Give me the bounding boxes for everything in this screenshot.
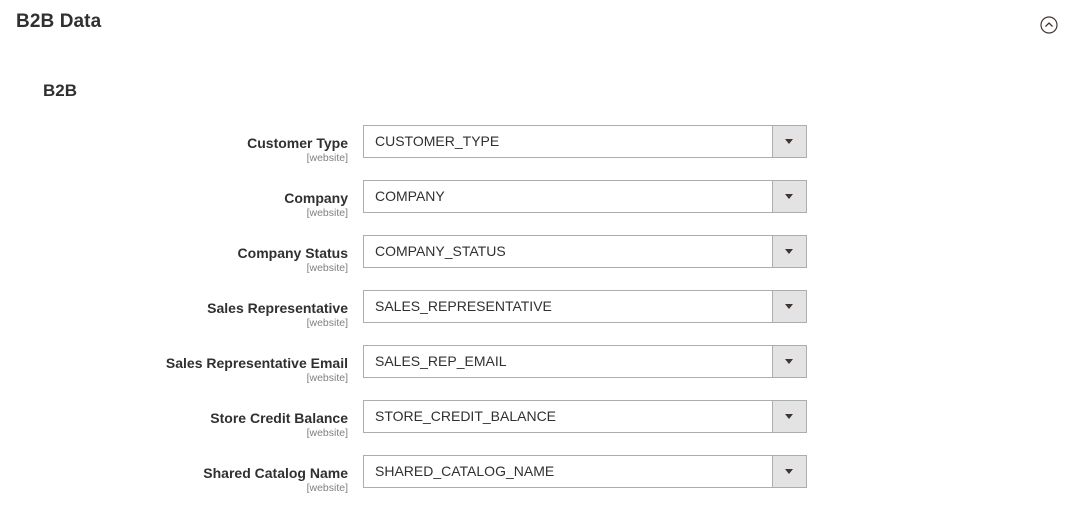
caret-down-icon: [785, 359, 793, 364]
field-scope: [website]: [306, 372, 348, 384]
field-customer-type: Customer Type [website] CUSTOMER_TYPE: [0, 125, 1073, 168]
caret-down-icon: [785, 139, 793, 144]
dropdown-button[interactable]: [772, 181, 806, 212]
group-title: B2B: [43, 81, 78, 100]
field-scope: [website]: [306, 482, 348, 494]
field-label: Customer Type [website]: [247, 134, 348, 164]
dropdown-button[interactable]: [772, 291, 806, 322]
caret-down-icon: [785, 414, 793, 419]
field-label: Sales Representative Email [website]: [166, 354, 348, 384]
field-sales-representative-email: Sales Representative Email [website] SAL…: [0, 345, 1073, 388]
dropdown-button[interactable]: [772, 401, 806, 432]
select-value: SALES_REP_EMAIL: [375, 353, 507, 369]
field-scope: [website]: [306, 207, 348, 219]
caret-down-icon: [785, 469, 793, 474]
field-scope: [website]: [306, 152, 348, 164]
field-company: Company [website] COMPANY: [0, 180, 1073, 223]
dropdown-button[interactable]: [772, 236, 806, 267]
field-shared-catalog-name: Shared Catalog Name [website] SHARED_CAT…: [0, 455, 1073, 498]
field-label: Company Status [website]: [238, 244, 348, 274]
company-status-select[interactable]: COMPANY_STATUS: [363, 235, 807, 268]
field-sales-representative: Sales Representative [website] SALES_REP…: [0, 290, 1073, 333]
select-value: COMPANY_STATUS: [375, 243, 506, 259]
field-label-text: Sales Representative: [207, 300, 348, 316]
shared-catalog-name-select[interactable]: SHARED_CATALOG_NAME: [363, 455, 807, 488]
select-value: STORE_CREDIT_BALANCE: [375, 408, 557, 424]
select-value: COMPANY: [375, 188, 445, 204]
field-label-text: Company Status: [237, 245, 348, 261]
field-label: Sales Representative [website]: [207, 299, 348, 329]
select-value: SALES_REPRESENTATIVE: [375, 298, 552, 314]
field-label-text: Sales Representative Email: [165, 355, 348, 371]
caret-down-icon: [785, 194, 793, 199]
caret-down-icon: [785, 304, 793, 309]
section-header[interactable]: B2B Data: [0, 0, 1073, 48]
company-select[interactable]: COMPANY: [363, 180, 807, 213]
field-company-status: Company Status [website] COMPANY_STATUS: [0, 235, 1073, 278]
dropdown-button[interactable]: [772, 346, 806, 377]
dropdown-button[interactable]: [772, 456, 806, 487]
sales-representative-email-select[interactable]: SALES_REP_EMAIL: [363, 345, 807, 378]
select-value: SHARED_CATALOG_NAME: [375, 463, 555, 479]
dropdown-button[interactable]: [772, 126, 806, 157]
select-value: CUSTOMER_TYPE: [375, 133, 500, 149]
field-label: Shared Catalog Name [website]: [203, 464, 348, 494]
field-label-text: Shared Catalog Name: [203, 465, 348, 481]
field-scope: [website]: [306, 427, 348, 439]
field-label: Store Credit Balance [website]: [210, 409, 348, 439]
field-scope: [website]: [306, 262, 348, 274]
field-label: Company [website]: [284, 189, 348, 219]
field-label-text: Company: [284, 190, 348, 206]
b2b-data-panel: B2B Data B2B Customer Type [website] CUS…: [0, 0, 1073, 505]
field-label-text: Store Credit Balance: [210, 410, 348, 426]
collapse-circle-icon[interactable]: [1040, 16, 1058, 34]
field-scope: [website]: [306, 317, 348, 329]
field-store-credit-balance: Store Credit Balance [website] STORE_CRE…: [0, 400, 1073, 443]
store-credit-balance-select[interactable]: STORE_CREDIT_BALANCE: [363, 400, 807, 433]
sales-representative-select[interactable]: SALES_REPRESENTATIVE: [363, 290, 807, 323]
field-label-text: Customer Type: [247, 135, 348, 151]
section-title[interactable]: B2B Data: [16, 11, 101, 33]
caret-down-icon: [785, 249, 793, 254]
customer-type-select[interactable]: CUSTOMER_TYPE: [363, 125, 807, 158]
